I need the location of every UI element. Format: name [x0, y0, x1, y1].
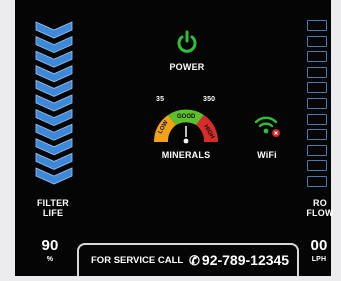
filter-life-segment: [35, 21, 73, 39]
filter-life-segment: [35, 50, 73, 68]
filter-life-gauge: [35, 21, 73, 185]
service-phone-number: 92-789-12345: [201, 252, 290, 268]
power-label: POWER: [169, 62, 205, 72]
filter-life-unit: %: [46, 256, 54, 263]
filter-life-segment: [35, 79, 73, 97]
ro-flow-segment: [307, 51, 327, 63]
filter-life-segment: [35, 35, 73, 54]
ro-flow-segment: [307, 160, 327, 172]
service-phone[interactable]: ✆ 92-789-12345: [189, 252, 289, 269]
service-call-label: FOR SERVICE CALL: [91, 255, 184, 266]
service-call-bar[interactable]: FOR SERVICE CALL ✆ 92-789-12345: [77, 243, 299, 277]
ro-flow-segment: [307, 98, 327, 109]
filter-life-value: 90: [41, 237, 59, 254]
wifi-icon[interactable]: [254, 113, 282, 139]
filter-life-segment: [35, 152, 73, 170]
gauge-max-value: 350: [203, 96, 216, 103]
ro-flow-segment: [307, 113, 327, 125]
ro-flow-segment: [307, 20, 327, 31]
filter-life-segment: [35, 167, 73, 185]
ro-flow-segment: [307, 66, 327, 78]
ro-flow-segment: [307, 176, 327, 187]
wifi-label: WiFi: [257, 150, 277, 160]
phone-icon: ✆: [189, 253, 200, 268]
power-icon[interactable]: [176, 30, 198, 54]
gauge-mid-label: GOOD: [177, 114, 196, 120]
ro-flow-unit: LPH: [311, 256, 327, 263]
filter-life-label: FILTER LIFE: [36, 198, 70, 218]
minerals-label: MINERALS: [161, 150, 211, 160]
filter-life-segment: [35, 123, 73, 141]
filter-life-segment: [35, 108, 73, 127]
ro-flow-value: 00: [310, 237, 328, 254]
filter-life-segment: [35, 65, 73, 83]
ro-flow-gauge: [307, 20, 333, 200]
gauge-min-value: 35: [156, 96, 165, 103]
ro-flow-segment: [307, 129, 327, 141]
filter-life-segment: [35, 94, 73, 112]
ro-flow-segment: [307, 35, 327, 47]
ro-flow-segment: [307, 82, 327, 94]
filter-life-segment: [35, 138, 73, 156]
minerals-gauge: LOW GOOD HIGH: [153, 109, 219, 144]
ro-flow-segment: [307, 144, 327, 156]
ro-flow-label: RO FLOW: [306, 198, 334, 218]
